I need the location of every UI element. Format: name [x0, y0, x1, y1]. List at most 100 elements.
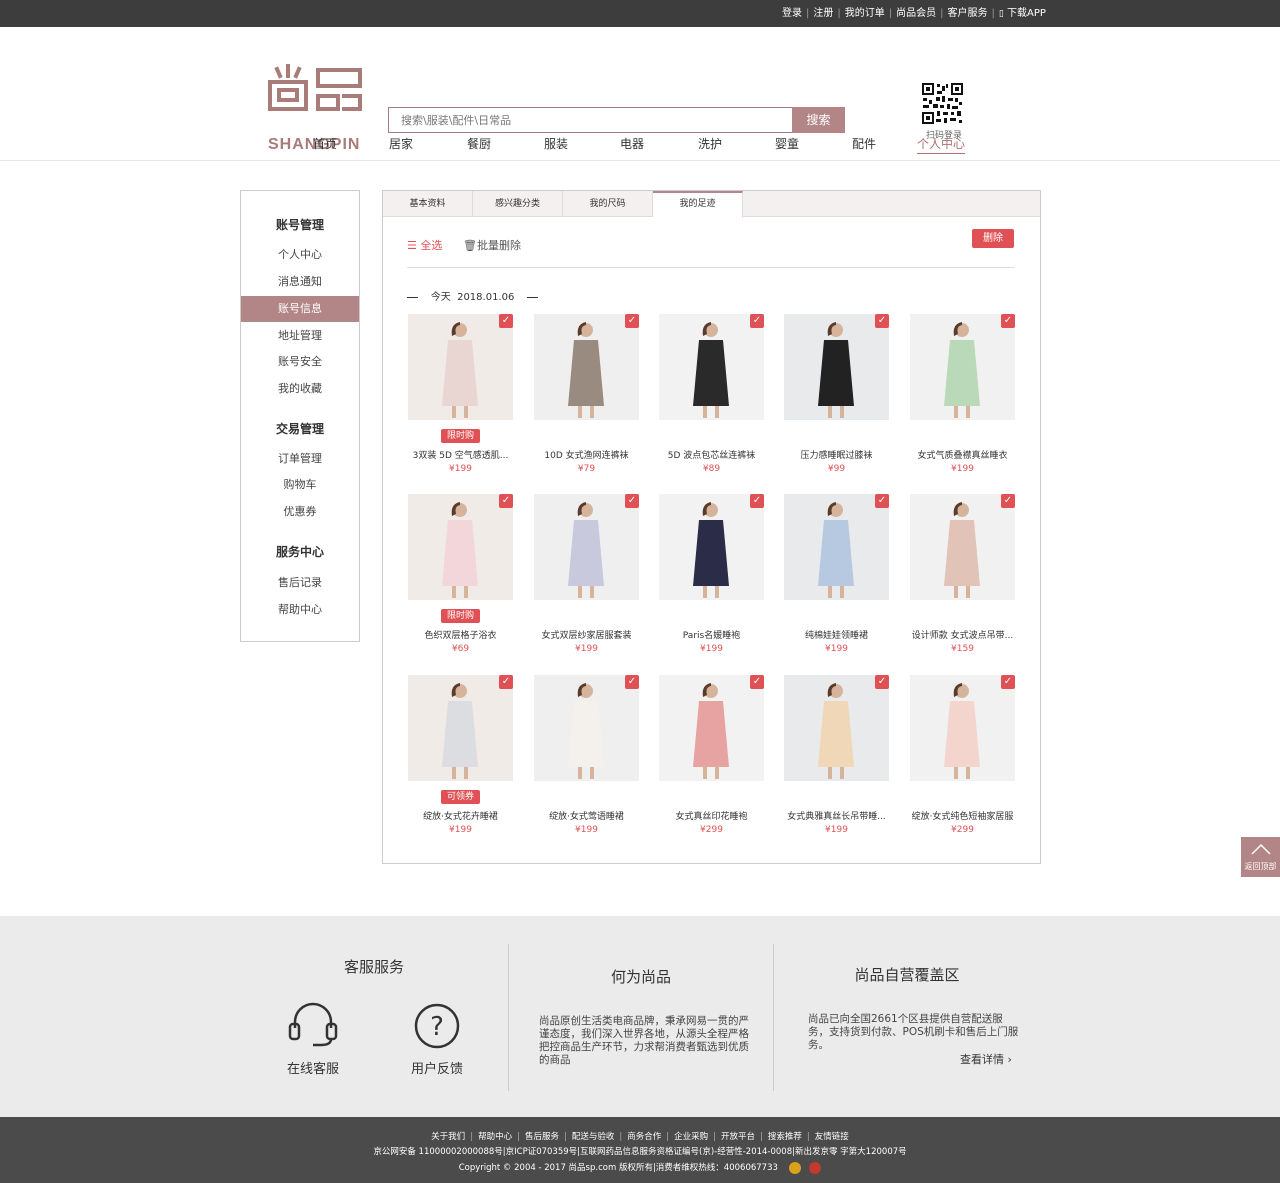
tab-footprints[interactable]: 我的足迹	[653, 191, 743, 218]
checkbox-checked-icon[interactable]: ✓	[750, 314, 764, 328]
about-link[interactable]: 关于我们	[431, 1132, 465, 1142]
product-image[interactable]	[784, 675, 889, 781]
delivery-link[interactable]: 配送与验收	[572, 1132, 615, 1142]
view-details-link[interactable]: 查看详情 ›	[960, 1051, 1012, 1067]
product-image[interactable]	[659, 494, 764, 600]
product-image[interactable]	[784, 314, 889, 420]
checkbox-checked-icon[interactable]: ✓	[875, 494, 889, 508]
checkbox-checked-icon[interactable]: ✓	[1001, 675, 1015, 689]
download-app-link[interactable]: 下载APP	[1007, 7, 1046, 20]
login-link[interactable]: 登录	[782, 7, 802, 20]
business-link[interactable]: 商务合作	[627, 1132, 661, 1142]
product-image[interactable]	[910, 314, 1015, 420]
checkbox-checked-icon[interactable]: ✓	[499, 494, 513, 508]
sidebar-item-orders[interactable]: 订单管理	[241, 446, 359, 472]
aftersale-link[interactable]: 售后服务	[525, 1132, 559, 1142]
nav-personal-center[interactable]: 个人中心	[917, 135, 966, 154]
friend-links[interactable]: 友情链接	[815, 1132, 849, 1142]
feedback-button[interactable]: ? 用户反馈	[402, 1002, 472, 1077]
product-name[interactable]: 纯棉娃娃领睡裙	[784, 628, 889, 641]
checkbox-checked-icon[interactable]: ✓	[750, 494, 764, 508]
help-link[interactable]: 帮助中心	[478, 1132, 512, 1142]
sidebar-item-account-info[interactable]: 账号信息	[241, 296, 359, 322]
tab-sizes[interactable]: 我的尺码	[563, 191, 653, 217]
sidebar-item-favorites[interactable]: 我的收藏	[241, 376, 359, 402]
qr-code-icon[interactable]	[922, 83, 963, 124]
batch-delete-button[interactable]: 🗑批量删除	[463, 237, 521, 253]
nav-appliances[interactable]: 电器	[620, 135, 644, 152]
product-name[interactable]: 女式典雅真丝长吊带睡...	[784, 809, 889, 822]
register-link[interactable]: 注册	[813, 7, 833, 20]
checkbox-checked-icon[interactable]: ✓	[625, 675, 639, 689]
nav-accessories[interactable]: 配件	[852, 135, 876, 152]
my-orders-link[interactable]: 我的订单	[845, 7, 885, 20]
product-image[interactable]	[534, 675, 639, 781]
nav-home-living[interactable]: 居家	[389, 135, 413, 152]
sidebar-item-help[interactable]: 帮助中心	[241, 597, 359, 623]
product-image[interactable]	[534, 494, 639, 600]
open-platform-link[interactable]: 开放平台	[721, 1132, 755, 1142]
product-name[interactable]: Paris名媛睡袍	[659, 628, 764, 641]
sidebar-item-personal-center[interactable]: 个人中心	[241, 242, 359, 268]
product-name[interactable]: 绽放·女式纯色短袖家居服	[910, 809, 1015, 822]
product-photo	[442, 502, 478, 598]
sidebar-item-coupons[interactable]: 优惠券	[241, 499, 359, 525]
sidebar-item-address[interactable]: 地址管理	[241, 323, 359, 349]
search-recommend-link[interactable]: 搜索推荐	[768, 1132, 802, 1142]
back-to-top-button[interactable]: 返回顶部	[1241, 837, 1280, 877]
top-bar: 登录 | 注册 | 我的订单 | 尚品会员 | 客户服务 | ▯ 下载APP	[0, 0, 1280, 27]
product-image[interactable]	[910, 675, 1015, 781]
tab-interests[interactable]: 感兴趣分类	[473, 191, 563, 217]
enterprise-link[interactable]: 企业采购	[674, 1132, 708, 1142]
product-price: ¥199	[825, 644, 848, 654]
checkbox-checked-icon[interactable]: ✓	[875, 675, 889, 689]
product-name[interactable]: 女式真丝印花睡袍	[659, 809, 764, 822]
product-photo	[818, 502, 854, 598]
product-image[interactable]	[659, 314, 764, 420]
checkbox-checked-icon[interactable]: ✓	[499, 314, 513, 328]
nav-kitchen[interactable]: 餐厨	[467, 135, 491, 152]
product-name[interactable]: 女式双层纱家居服套装	[534, 628, 639, 641]
nav-apparel[interactable]: 服装	[544, 135, 568, 152]
product-name[interactable]: 10D 女式渔网连裤袜	[534, 448, 639, 461]
product-image[interactable]	[784, 494, 889, 600]
product-image[interactable]	[910, 494, 1015, 600]
checkbox-checked-icon[interactable]: ✓	[750, 675, 764, 689]
product-name[interactable]: 绽放·女式花卉睡裙	[408, 809, 513, 822]
product-image[interactable]	[534, 314, 639, 420]
product-name[interactable]: 女式气质叠襟真丝睡衣	[910, 448, 1015, 461]
view-details-label: 查看详情	[960, 1053, 1004, 1066]
product-name[interactable]: 色织双层格子浴衣	[408, 628, 513, 641]
delete-button[interactable]: 删除	[972, 229, 1014, 248]
checkbox-checked-icon[interactable]: ✓	[875, 314, 889, 328]
online-service-button[interactable]: 在线客服	[278, 1002, 348, 1077]
product-name[interactable]: 设计师款 女式波点吊带...	[910, 628, 1015, 641]
checkbox-checked-icon[interactable]: ✓	[625, 314, 639, 328]
search-button[interactable]: 搜索	[792, 107, 845, 133]
nav-baby[interactable]: 婴童	[775, 135, 799, 152]
nav-home[interactable]: 首页	[313, 135, 337, 152]
nav-care[interactable]: 洗护	[698, 135, 722, 152]
member-link[interactable]: 尚品会员	[896, 7, 936, 20]
sidebar-item-security[interactable]: 账号安全	[241, 349, 359, 375]
product-image[interactable]	[408, 314, 513, 420]
sidebar-item-aftersale[interactable]: 售后记录	[241, 570, 359, 596]
product-name[interactable]: 绽放·女式莺语睡裙	[534, 809, 639, 822]
sidebar-item-cart[interactable]: 购物车	[241, 472, 359, 498]
product-image[interactable]	[659, 675, 764, 781]
tab-basic-info[interactable]: 基本资料	[383, 191, 473, 217]
checkbox-checked-icon[interactable]: ✓	[499, 675, 513, 689]
sidebar-item-notifications[interactable]: 消息通知	[241, 269, 359, 295]
product-image[interactable]	[408, 494, 513, 600]
product-name[interactable]: 5D 波点包芯丝连裤袜	[659, 448, 764, 461]
checkbox-checked-icon[interactable]: ✓	[625, 494, 639, 508]
product-name[interactable]: 3双装 5D 空气感透肌...	[408, 448, 513, 461]
product-image[interactable]	[408, 675, 513, 781]
checkbox-checked-icon[interactable]: ✓	[1001, 494, 1015, 508]
checkbox-checked-icon[interactable]: ✓	[1001, 314, 1015, 328]
dash-right	[527, 296, 539, 298]
product-name[interactable]: 压力感睡眠过膝袜	[784, 448, 889, 461]
customer-service-link[interactable]: 客户服务	[948, 7, 988, 20]
select-all-button[interactable]: ☰ 全选	[407, 237, 442, 253]
search-input[interactable]: 搜索\服装\配件\日常品	[388, 107, 793, 133]
